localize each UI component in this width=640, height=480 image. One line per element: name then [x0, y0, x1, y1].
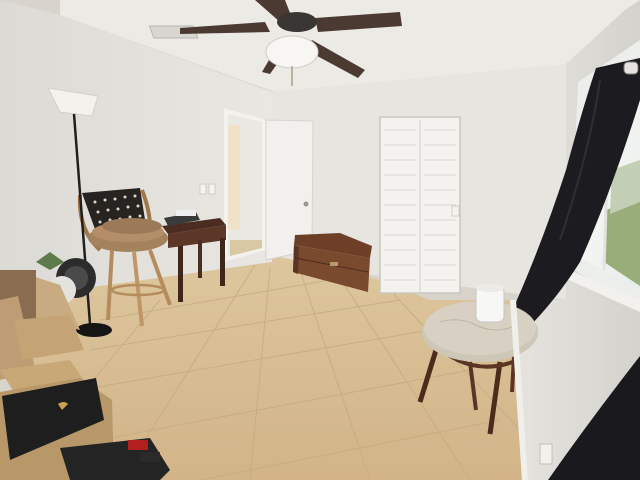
wall-outlet: [539, 443, 553, 465]
room-photo: [0, 0, 640, 480]
closet-switch: [451, 205, 460, 217]
paper-stack: [176, 210, 196, 216]
door-knob: [303, 201, 309, 207]
curtain-rod-end: [623, 61, 639, 75]
lamp-base: [76, 323, 112, 337]
wall-switch-2: [208, 183, 216, 195]
wall-switch: [199, 183, 207, 195]
fan-light-globe: [265, 35, 319, 69]
smart-speaker: [475, 284, 505, 323]
fan-motor: [277, 12, 317, 32]
open-doorway: [224, 108, 266, 262]
bifold-closet-door: [379, 116, 461, 294]
